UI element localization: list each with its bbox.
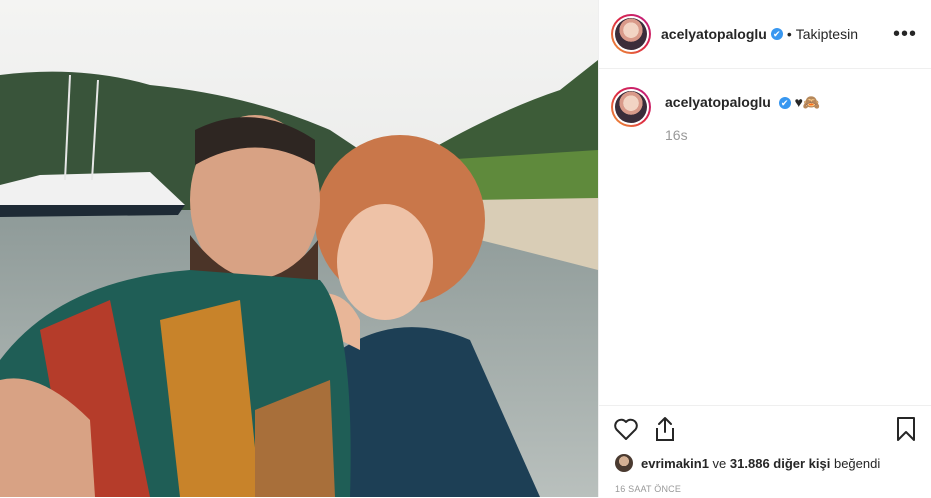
- post-header: acelyatopaloglu ✔ • Takiptesin •••: [599, 0, 931, 69]
- caption-verified-badge-icon: ✔: [778, 97, 791, 110]
- avatar[interactable]: [611, 14, 651, 54]
- liker-avatar[interactable]: [615, 454, 633, 472]
- post-timestamp[interactable]: 16 SAAT ÖNCE: [599, 472, 931, 494]
- bookmark-icon[interactable]: [895, 416, 917, 447]
- caption-avatar[interactable]: [611, 87, 651, 127]
- likes-suffix: beğendi: [830, 455, 881, 471]
- follow-status-button[interactable]: Takiptesin: [796, 26, 858, 42]
- header-username[interactable]: acelyatopaloglu: [661, 26, 767, 42]
- avatar-image: [615, 18, 647, 50]
- caption-username[interactable]: acelyatopaloglu: [665, 94, 771, 110]
- likes-count[interactable]: 31.886 diğer kişi: [730, 456, 830, 471]
- photo-illustration: [0, 0, 598, 497]
- likes-summary: evrimakin1 ve 31.886 diğer kişi beğendi: [599, 446, 931, 472]
- heart-icon[interactable]: [613, 417, 639, 446]
- share-icon[interactable]: [653, 416, 677, 447]
- caption: acelyatopaloglu ✔ ♥🙈 16s: [599, 69, 931, 143]
- separator-dot: •: [786, 26, 792, 42]
- caption-time[interactable]: 16s: [665, 127, 820, 143]
- verified-badge-icon: ✔: [770, 28, 783, 40]
- likes-connector: ve: [708, 455, 730, 471]
- more-options-icon[interactable]: •••: [893, 24, 917, 44]
- caption-text: ♥🙈: [794, 94, 821, 110]
- post-photo[interactable]: [0, 0, 598, 497]
- instagram-post: acelyatopaloglu ✔ • Takiptesin ••• acely…: [0, 0, 931, 497]
- post-sidebar: acelyatopaloglu ✔ • Takiptesin ••• acely…: [598, 0, 931, 497]
- action-bar: evrimakin1 ve 31.886 diğer kişi beğendi …: [599, 405, 931, 498]
- liker-username[interactable]: evrimakin1: [641, 456, 709, 471]
- caption-avatar-image: [615, 91, 647, 123]
